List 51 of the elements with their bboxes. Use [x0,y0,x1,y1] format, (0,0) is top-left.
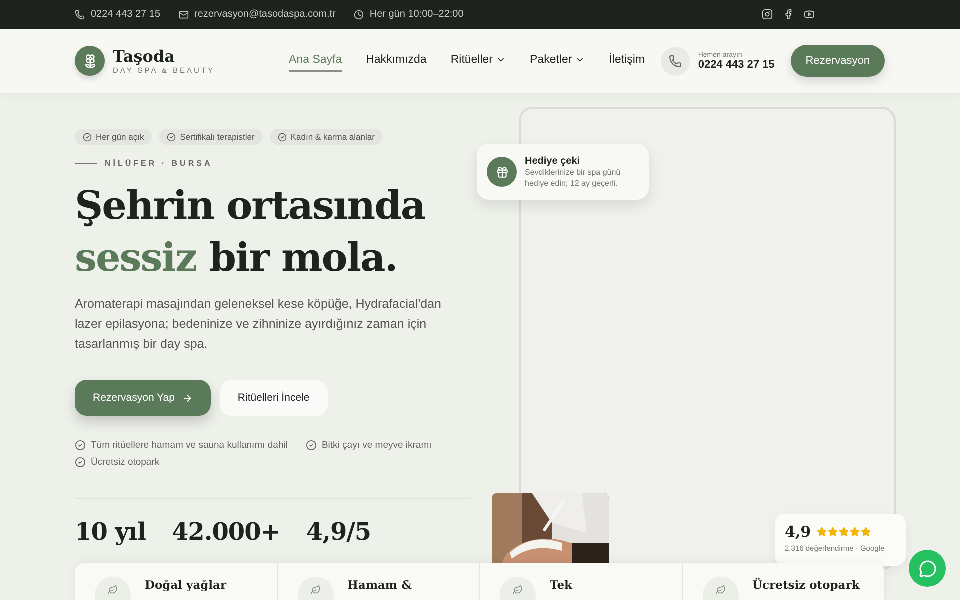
stat-value: 10 yıl [75,517,146,546]
location-eyebrow: NİLÜFER · BURSA [105,159,213,168]
rituals-button[interactable]: Ritüelleri İncele [220,380,328,416]
chat-icon [918,560,936,578]
check-icon [75,440,86,451]
brand-name: Taşoda [113,47,176,66]
contact-text: rezervasyon@tasodaspa.com.tr [194,9,336,20]
contact-text: 0224 443 27 15 [91,9,161,20]
reservation-button[interactable]: Rezervasyon [790,45,885,77]
check-icon [75,457,86,468]
nav-link[interactable]: Paketler [530,50,586,72]
phone-icon[interactable] [661,46,690,76]
phone-number: 0224 443 27 15 [698,58,775,70]
nav-link[interactable]: Hakkımızda [366,50,427,72]
hero-description: Aromaterapi masajından geleneksel kese köpüğe, Hydrafacial'dan lazer epilasyona; bedeninize ve zihninize ayırdığınız zaman için tasarlanmış bir day spa. [75,296,442,353]
star-icon [850,527,860,537]
stat-value: 42.000+ [172,517,280,546]
youtube-icon[interactable] [804,9,815,20]
reservation-button[interactable]: Rezervasyon Yap [75,380,211,416]
star-icon [828,527,838,537]
phone-icon [75,10,85,20]
rating-score: 4,9 [785,523,812,541]
gift-text: Sevdiklerinize bir spa günü hediye edin; 12 ay geçerli. [525,166,622,188]
feature-title: Ücretsiz otopark [752,578,860,592]
logo-icon[interactable] [75,46,105,76]
nav-link[interactable]: Ana Sayfa [289,50,342,72]
star-icon [839,527,850,537]
feature-title: Doğal yağlar [145,578,227,592]
feature-title: Tek [550,578,573,592]
feature-badge: Sertifikalı terapistler [159,129,263,145]
contact-text: Her gün 10:00–22:00 [370,9,464,20]
nav-link[interactable]: İletişim [609,50,645,72]
star-icon [817,527,828,537]
hero-heading: Şehrin ortasında sessiz bir mola. [75,182,426,283]
instagram-icon[interactable] [762,9,773,20]
check-icon [306,440,317,451]
mail-icon [178,10,189,20]
gift-icon [487,157,517,187]
feature-title: Hamam & [348,578,412,592]
nav-link[interactable]: Ritüeller [450,50,506,72]
gift-title: Hediye çeki [525,156,582,166]
perk-text: Tüm ritüellere hamam ve sauna kullanımı dahil [91,440,288,451]
perk-text: Ücretsiz otopark [91,457,160,468]
feature-badge: Kadın & karma alanlar [270,129,383,145]
arrow-icon [182,392,193,404]
feature-badge: Her gün açık [75,129,152,145]
stat-value: 4,9/5 [306,517,372,546]
star-icon [861,527,872,537]
perk-text: Bitki çayı ve meyve ikramı [322,440,432,451]
clock-icon [354,10,364,20]
facebook-icon[interactable] [783,9,794,20]
